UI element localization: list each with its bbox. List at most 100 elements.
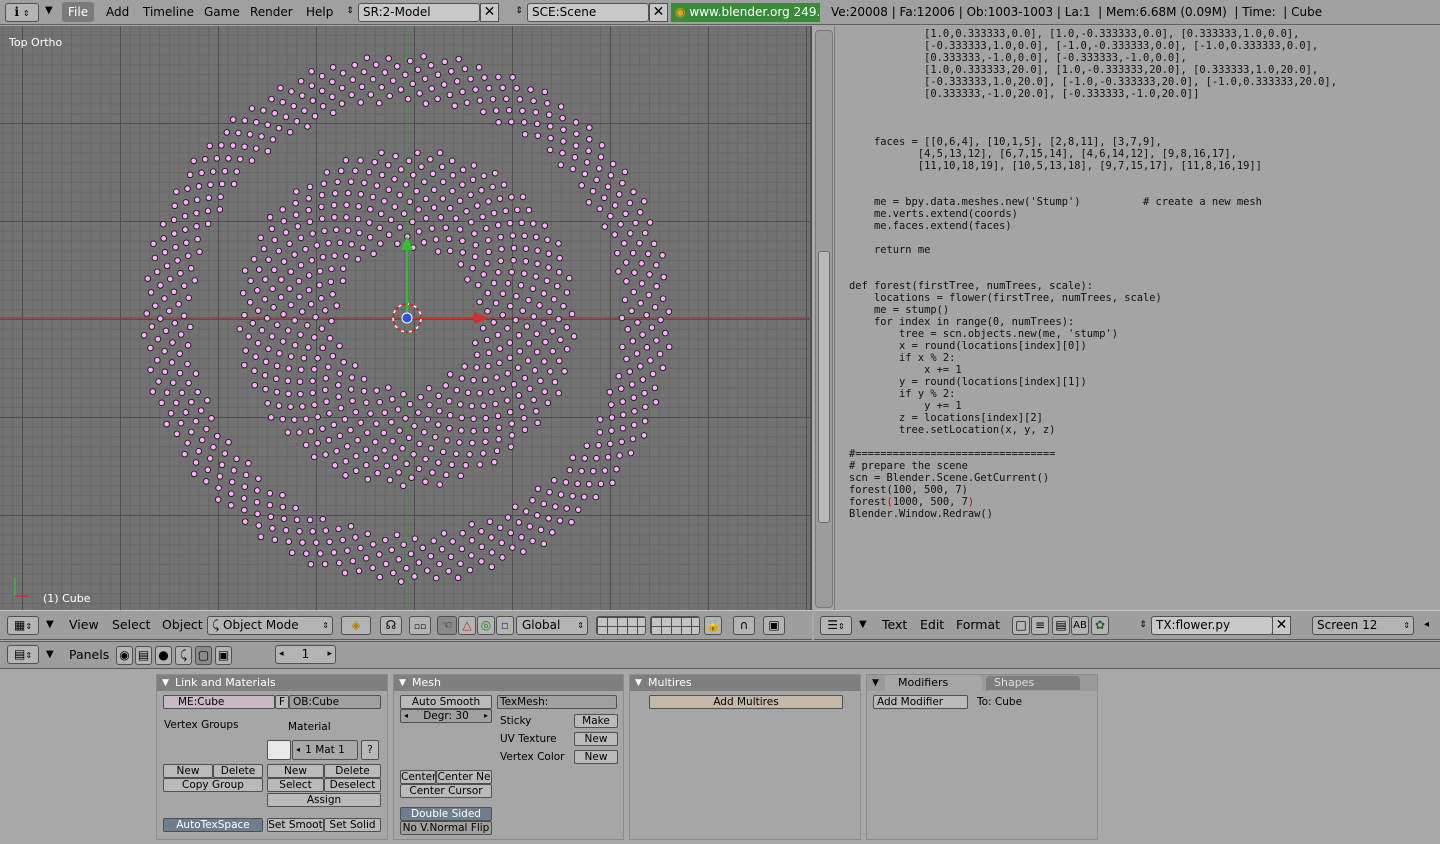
material-select-button[interactable]: Select [267,778,324,792]
code-line[interactable]: def forest(firstTree, numTrees, scale): [849,280,1337,292]
mode-select[interactable]: ⤹ Object Mode ⇕ [207,616,333,635]
code-line[interactable]: faces = [[0,6,4], [10,1,5], [2,8,11], [3… [849,136,1337,148]
uv-texture-new-button[interactable]: New [574,732,618,746]
screen-delete-button[interactable]: ✕ [480,3,499,22]
material-help-button[interactable]: ? [361,740,379,760]
screen-field[interactable]: SR:2-Model [358,3,480,22]
fake-user-button[interactable]: F [275,695,289,709]
sticky-make-button[interactable]: Make [574,714,618,728]
render-preview-button[interactable]: ▣ [763,616,785,635]
code-line[interactable]: if x % 2: [849,352,1337,364]
snap-button[interactable]: ∩ [733,616,755,635]
add-multires-button[interactable]: Add Multires [649,695,843,709]
panel-header[interactable]: ▼ Mesh [394,675,623,691]
code-line[interactable]: y = round(locations[index][1]) [849,376,1337,388]
autotexspace-toggle[interactable]: AutoTexSpace [163,818,263,832]
set-solid-button[interactable]: Set Solid [324,818,381,832]
code-line[interactable]: me = stump() [849,304,1337,316]
double-sided-toggle[interactable]: Double Sided [400,807,492,821]
layers-grid-2[interactable] [650,616,700,635]
mesh-datablock-field[interactable]: ME:Cube [163,695,275,709]
panels-label[interactable]: Panels [69,647,109,663]
set-smooth-button[interactable]: Set Smoot [267,818,324,832]
tab-shapes[interactable]: Shapes [986,676,1080,690]
code-line[interactable] [849,436,1337,448]
text-unlink-button[interactable]: ✕ [1272,616,1291,635]
menu-help[interactable]: Help [302,2,337,22]
draw-type-button[interactable]: ◈ [341,616,371,635]
text-editor[interactable]: [1.0,0.333333,0.0], [1.0,-0.333333,0.0],… [834,26,1440,610]
manipulator-toggle-button[interactable]: ☜ [437,616,457,635]
menu-edit[interactable]: Edit [920,617,944,633]
fullscreen-button[interactable]: □ [1012,616,1030,635]
menu-object[interactable]: Object [162,617,203,633]
texmesh-field[interactable]: TexMesh: [497,695,617,709]
center-button[interactable]: Center [400,770,436,784]
blender-url[interactable]: ◉ www.blender.org 249.2 [671,3,820,22]
buttons-editor-type-button[interactable]: ▤⇕ [7,645,39,664]
frame-field[interactable]: ◂ 1 ▸ [275,645,336,664]
code-line[interactable]: tree = scn.objects.new(me, 'stump') [849,328,1337,340]
code-text[interactable]: [1.0,0.333333,0.0], [1.0,-0.333333,0.0],… [849,28,1337,520]
menu-add[interactable]: Add [102,2,133,22]
code-line[interactable]: me.verts.extend(coords) [849,208,1337,220]
code-line[interactable]: [1.0,0.333333,20.0], [1.0,-0.333333,20.0… [849,64,1337,76]
collapse-menu-icon[interactable]: ▼ [859,619,867,630]
code-line[interactable]: me = bpy.data.meshes.new('Stump') # crea… [849,196,1337,208]
code-line[interactable] [849,184,1337,196]
logic-context-button[interactable]: ◉ [116,646,133,665]
editing-context-button[interactable]: ▢ [195,646,212,665]
word-wrap-button[interactable]: ▤ [1052,616,1070,635]
vgroup-delete-button[interactable]: Delete [213,764,263,778]
code-line[interactable]: y += 1 [849,400,1337,412]
code-line[interactable]: forest(1000, 500, 7) [849,496,1337,508]
degr-field[interactable]: ◂ Degr: 30 ▸ [400,709,492,723]
code-line[interactable] [849,172,1337,184]
object-datablock-field[interactable]: OB:Cube [289,695,381,709]
scroll-left-icon[interactable]: ◂ [1424,619,1429,630]
center-new-button[interactable]: Center Ne [436,770,492,784]
scale-button[interactable]: ▫ [496,616,514,635]
layers-toggle-button[interactable]: ▫▫ [409,616,431,635]
code-line[interactable]: [-0.333333,1.0,0.0], [-1.0,-0.333333,0.0… [849,40,1337,52]
center-cursor-button[interactable]: Center Cursor [400,784,492,798]
rotate-button[interactable]: ◎ [477,616,495,635]
panel-header[interactable]: ▼ Multires [630,675,860,691]
material-delete-button[interactable]: Delete [324,764,381,778]
orientation-select[interactable]: Global ⇕ [516,616,588,635]
screen-browse-icon[interactable]: ⇕ [343,3,357,20]
vertex-color-new-button[interactable]: New [574,750,618,764]
menu-game[interactable]: Game [200,2,244,22]
text-editor-type-button[interactable]: ☰⇕ [820,616,852,635]
viewport-scene[interactable] [0,26,812,610]
scene-browse-icon[interactable]: ⇕ [512,3,526,20]
menu-view[interactable]: View [69,617,99,633]
panel-header[interactable]: ▼ Link and Materials [157,675,387,691]
code-line[interactable]: for index in range(0, numTrees): [849,316,1337,328]
code-line[interactable]: locations = flower(firstTree, numTrees, … [849,292,1337,304]
code-line[interactable] [849,112,1337,124]
text-scrollbar[interactable] [815,30,833,608]
no-vnormal-flip-toggle[interactable]: No V.Normal Flip [400,821,492,835]
vgroup-new-button[interactable]: New [163,764,213,778]
collapse-menu-icon[interactable]: ▼ [46,619,54,630]
view3d-editor-type-button[interactable]: ▦⇕ [7,616,39,635]
scene-context-button[interactable]: ▣ [215,646,232,665]
3d-viewport[interactable]: Top Ortho (1) Cube [0,26,812,610]
code-line[interactable]: [4,5,13,12], [6,7,15,14], [4,6,14,12], [… [849,148,1337,160]
scrollbar-thumb[interactable] [818,251,830,523]
material-deselect-button[interactable]: Deselect [324,778,381,792]
code-line[interactable]: z = locations[index][2] [849,412,1337,424]
code-line[interactable]: Blender.Window.Redraw() [849,508,1337,520]
code-line[interactable]: tree.setLocation(x, y, z) [849,424,1337,436]
shading-context-button[interactable]: ● [155,646,172,665]
pivot-button[interactable]: ☊ [380,616,402,635]
syntax-highlight-button[interactable]: AB [1071,616,1089,635]
code-line[interactable]: return me [849,244,1337,256]
translate-button[interactable]: △ [458,616,476,635]
scene-delete-button[interactable]: ✕ [649,3,668,22]
code-line[interactable]: #================================ [849,448,1337,460]
python-plugins-button[interactable]: ✿ [1091,616,1109,635]
text-browse-icon[interactable]: ⇕ [1136,617,1150,634]
code-line[interactable]: [-0.333333,1.0,20.0], [-1.0,-0.333333,20… [849,76,1337,88]
